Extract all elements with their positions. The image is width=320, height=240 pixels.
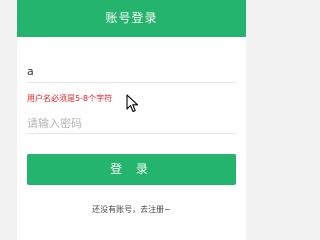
login-card: 账号登录 用户名必须是5-8个字符 登 录 还没有账号，去注册~ [17,0,246,240]
username-input[interactable] [27,60,236,83]
login-button[interactable]: 登 录 [27,154,236,185]
login-header: 账号登录 [17,0,246,37]
username-error-message: 用户名必须是5-8个字符 [27,94,113,103]
mouse-cursor-icon [126,94,139,113]
password-input[interactable] [27,113,236,134]
register-link[interactable]: 还没有账号，去注册~ [17,204,246,215]
